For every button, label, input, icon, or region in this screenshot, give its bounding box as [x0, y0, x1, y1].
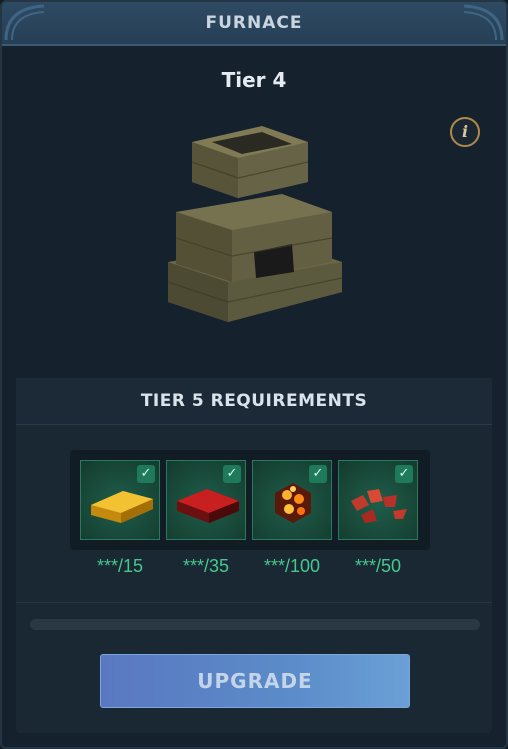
furnace-image [167, 126, 343, 322]
divider [16, 602, 492, 603]
check-icon: ✓ [309, 465, 327, 483]
requirement-count: ***/35 [182, 556, 230, 576]
requirement-count: ***/15 [96, 556, 144, 576]
check-icon: ✓ [137, 465, 155, 483]
requirements-header: TIER 5 REQUIREMENTS [16, 378, 492, 425]
panel-title: FURNACE [205, 13, 303, 33]
upgrade-button[interactable]: UPGRADE [100, 654, 410, 708]
requirement-count: ***/50 [354, 556, 402, 576]
requirement-slot-red-ingot[interactable]: ✓ [166, 460, 246, 540]
panel-header: FURNACE [2, 2, 506, 46]
check-icon: ✓ [223, 465, 241, 483]
requirement-slot-fire-ore[interactable]: ✓ [252, 460, 332, 540]
corner-ornament-icon [463, 4, 504, 41]
requirements-title: TIER 5 REQUIREMENTS [140, 391, 368, 411]
furnace-panel: FURNACE Tier 4 i TIER 5 REQUIREMENTS ✓ *… [0, 0, 508, 749]
requirement-slot-red-crystal-shards[interactable]: ✓ [338, 460, 418, 540]
upgrade-label: UPGRADE [197, 669, 313, 693]
requirements-card: TIER 5 REQUIREMENTS ✓ ***/15 ✓ ***/35 ✓ … [16, 378, 492, 733]
progress-bar [30, 619, 480, 630]
tier-label: Tier 4 [221, 68, 287, 92]
check-icon: ✓ [395, 465, 413, 483]
requirement-count: ***/100 [263, 556, 321, 576]
requirement-slot-gold-ingot[interactable]: ✓ [80, 460, 160, 540]
info-icon[interactable]: i [450, 117, 480, 147]
corner-ornament-icon [4, 4, 45, 41]
